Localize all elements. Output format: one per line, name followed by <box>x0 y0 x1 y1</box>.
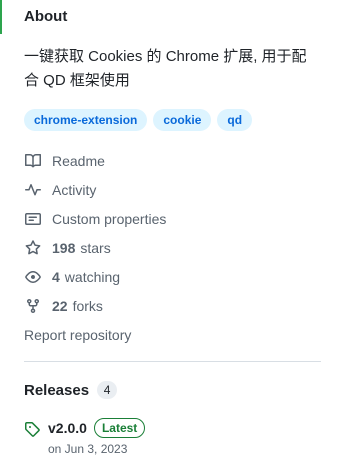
releases-title: Releases <box>24 381 90 399</box>
topic-qd[interactable]: qd <box>217 109 253 131</box>
watching-count: 4 <box>52 268 60 285</box>
release-date: on Jun 3, 2023 <box>48 442 128 456</box>
repo-sidebar: About 一键获取 Cookies 的 Chrome 扩展, 用于配合 QD … <box>0 0 341 470</box>
forks-label: forks <box>72 297 103 314</box>
custom-properties-label: Custom properties <box>52 210 167 227</box>
stars-count: 198 <box>52 239 76 256</box>
latest-badge: Latest <box>93 418 146 438</box>
about-title: About <box>24 8 68 25</box>
watching-label: watching <box>64 268 121 285</box>
repo-description: 一键获取 Cookies 的 Chrome 扩展, 用于配合 QD 框架使用 <box>24 48 307 89</box>
releases-heading[interactable]: Releases 4 <box>24 381 118 399</box>
activity-link[interactable]: Activity <box>24 175 321 204</box>
topic-cookie[interactable]: cookie <box>153 109 212 131</box>
stars-label: stars <box>80 239 111 256</box>
activity-label: Activity <box>52 181 97 198</box>
release-tag-name[interactable]: v2.0.0 <box>48 420 87 436</box>
forks-count: 22 <box>52 297 68 314</box>
note-icon <box>24 210 42 228</box>
meta-list: Readme Activity Custom properties 198 st… <box>24 146 321 320</box>
section-divider <box>24 361 321 362</box>
star-icon <box>24 239 42 257</box>
pulse-icon <box>24 181 42 199</box>
tag-icon <box>24 421 40 437</box>
release-header: v2.0.0 Latest <box>48 418 146 438</box>
eye-icon <box>24 268 42 286</box>
stars-link[interactable]: 198 stars <box>24 233 321 262</box>
releases-count-badge: 4 <box>97 381 118 399</box>
left-accent-bar <box>0 0 2 34</box>
readme-label: Readme <box>52 152 105 169</box>
fork-icon <box>24 297 42 315</box>
topics-list: chrome-extension cookie qd <box>24 109 253 131</box>
topic-chrome-extension[interactable]: chrome-extension <box>24 109 148 131</box>
forks-link[interactable]: 22 forks <box>24 291 321 320</box>
readme-link[interactable]: Readme <box>24 146 321 175</box>
custom-properties-link[interactable]: Custom properties <box>24 204 321 233</box>
book-icon <box>24 152 42 170</box>
watching-link[interactable]: 4 watching <box>24 262 321 291</box>
report-repository-link[interactable]: Report repository <box>24 327 131 343</box>
